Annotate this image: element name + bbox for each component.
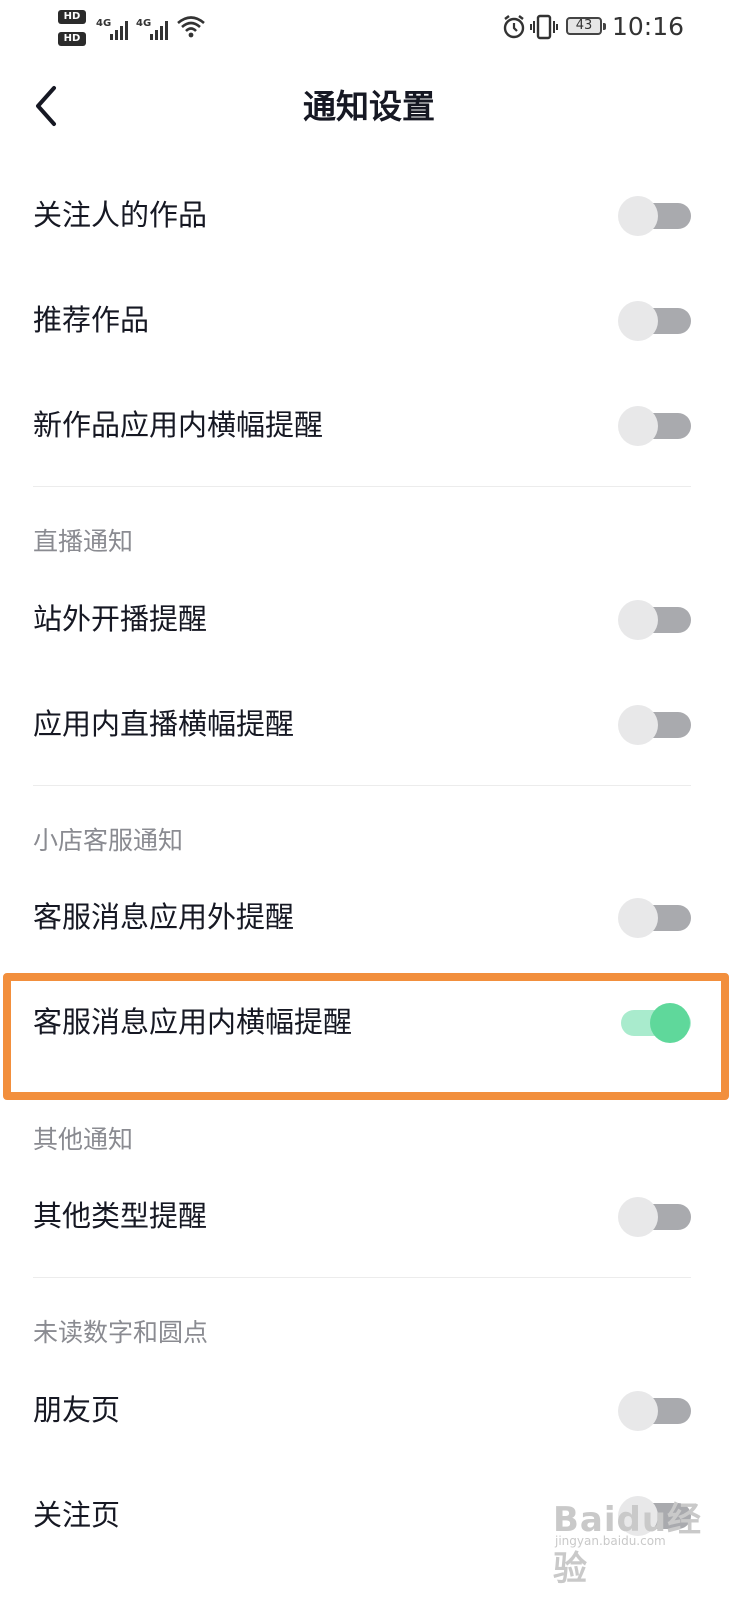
page-title: 通知设置 xyxy=(303,87,435,126)
toggle-knob xyxy=(618,898,658,938)
setting-row-other-types: 其他类型提醒 xyxy=(0,1164,738,1268)
setting-label: 新作品应用内横幅提醒 xyxy=(33,408,324,442)
vibrate-icon xyxy=(530,14,558,40)
section-header-unread: 未读数字和圆点 xyxy=(33,1318,209,1347)
setting-label: 客服消息应用外提醒 xyxy=(33,900,295,934)
hd-badge-1: HD xyxy=(58,10,86,24)
hd-badge-2: HD xyxy=(58,32,86,46)
toggle-knob xyxy=(618,406,658,446)
toggle-knob xyxy=(650,1003,690,1043)
setting-label: 关注页 xyxy=(33,1498,121,1532)
live-offsite-toggle[interactable] xyxy=(617,600,693,640)
divider xyxy=(33,1277,691,1278)
setting-row-cs-outside: 客服消息应用外提醒 xyxy=(0,865,738,969)
back-button[interactable] xyxy=(28,84,72,128)
setting-label: 其他类型提醒 xyxy=(33,1199,208,1233)
chevron-left-icon xyxy=(36,86,56,126)
section-header-shop-cs: 小店客服通知 xyxy=(33,826,184,855)
toggle-knob xyxy=(618,705,658,745)
setting-label: 推荐作品 xyxy=(33,303,150,337)
baidu-watermark: Baidu经验 jingyan.baidu.com xyxy=(553,1492,733,1589)
divider xyxy=(33,486,691,487)
setting-label: 关注人的作品 xyxy=(33,198,208,232)
recommended-works-toggle[interactable] xyxy=(617,301,693,341)
battery-icon: 43 xyxy=(566,17,606,35)
toggle-knob xyxy=(618,1197,658,1237)
toggle-knob xyxy=(618,1391,658,1431)
live-banner-toggle[interactable] xyxy=(617,705,693,745)
section-header-live: 直播通知 xyxy=(33,527,134,556)
section-header-other: 其他通知 xyxy=(33,1125,134,1154)
new-works-banner-toggle[interactable] xyxy=(617,406,693,446)
watermark-subtext: jingyan.baidu.com xyxy=(555,1534,666,1548)
net-label-2: 4G xyxy=(136,18,151,29)
net-label-1: 4G xyxy=(96,18,111,29)
setting-label: 客服消息应用内横幅提醒 xyxy=(33,1005,353,1039)
wifi-icon xyxy=(177,16,205,38)
alarm-icon xyxy=(503,15,525,39)
setting-label: 站外开播提醒 xyxy=(33,602,208,636)
status-bar: HD HD 4G 4G 43 10:16 xyxy=(0,0,738,60)
toggle-knob xyxy=(618,301,658,341)
divider xyxy=(33,785,691,786)
setting-label: 朋友页 xyxy=(33,1393,121,1427)
follow-works-toggle[interactable] xyxy=(617,196,693,236)
setting-row-live-banner: 应用内直播横幅提醒 xyxy=(0,672,738,776)
signal-icon-2: 4G xyxy=(136,18,168,40)
setting-row-friends-page: 朋友页 xyxy=(0,1358,738,1462)
signal-icon-1: 4G xyxy=(96,18,128,40)
setting-row-live-offsite: 站外开播提醒 xyxy=(0,567,738,671)
setting-row-follow-works: 关注人的作品 xyxy=(0,163,738,267)
toggle-knob xyxy=(618,196,658,236)
setting-row-new-works-banner: 新作品应用内横幅提醒 xyxy=(0,373,738,477)
setting-row-cs-banner: 客服消息应用内横幅提醒 xyxy=(0,970,738,1074)
cs-banner-toggle[interactable] xyxy=(617,1003,693,1043)
setting-label: 应用内直播横幅提醒 xyxy=(33,707,295,741)
status-time: 10:16 xyxy=(612,12,685,41)
setting-row-recommended-works: 推荐作品 xyxy=(0,268,738,372)
other-types-toggle[interactable] xyxy=(617,1197,693,1237)
toggle-knob xyxy=(618,600,658,640)
cs-outside-toggle[interactable] xyxy=(617,898,693,938)
friends-page-toggle[interactable] xyxy=(617,1391,693,1431)
